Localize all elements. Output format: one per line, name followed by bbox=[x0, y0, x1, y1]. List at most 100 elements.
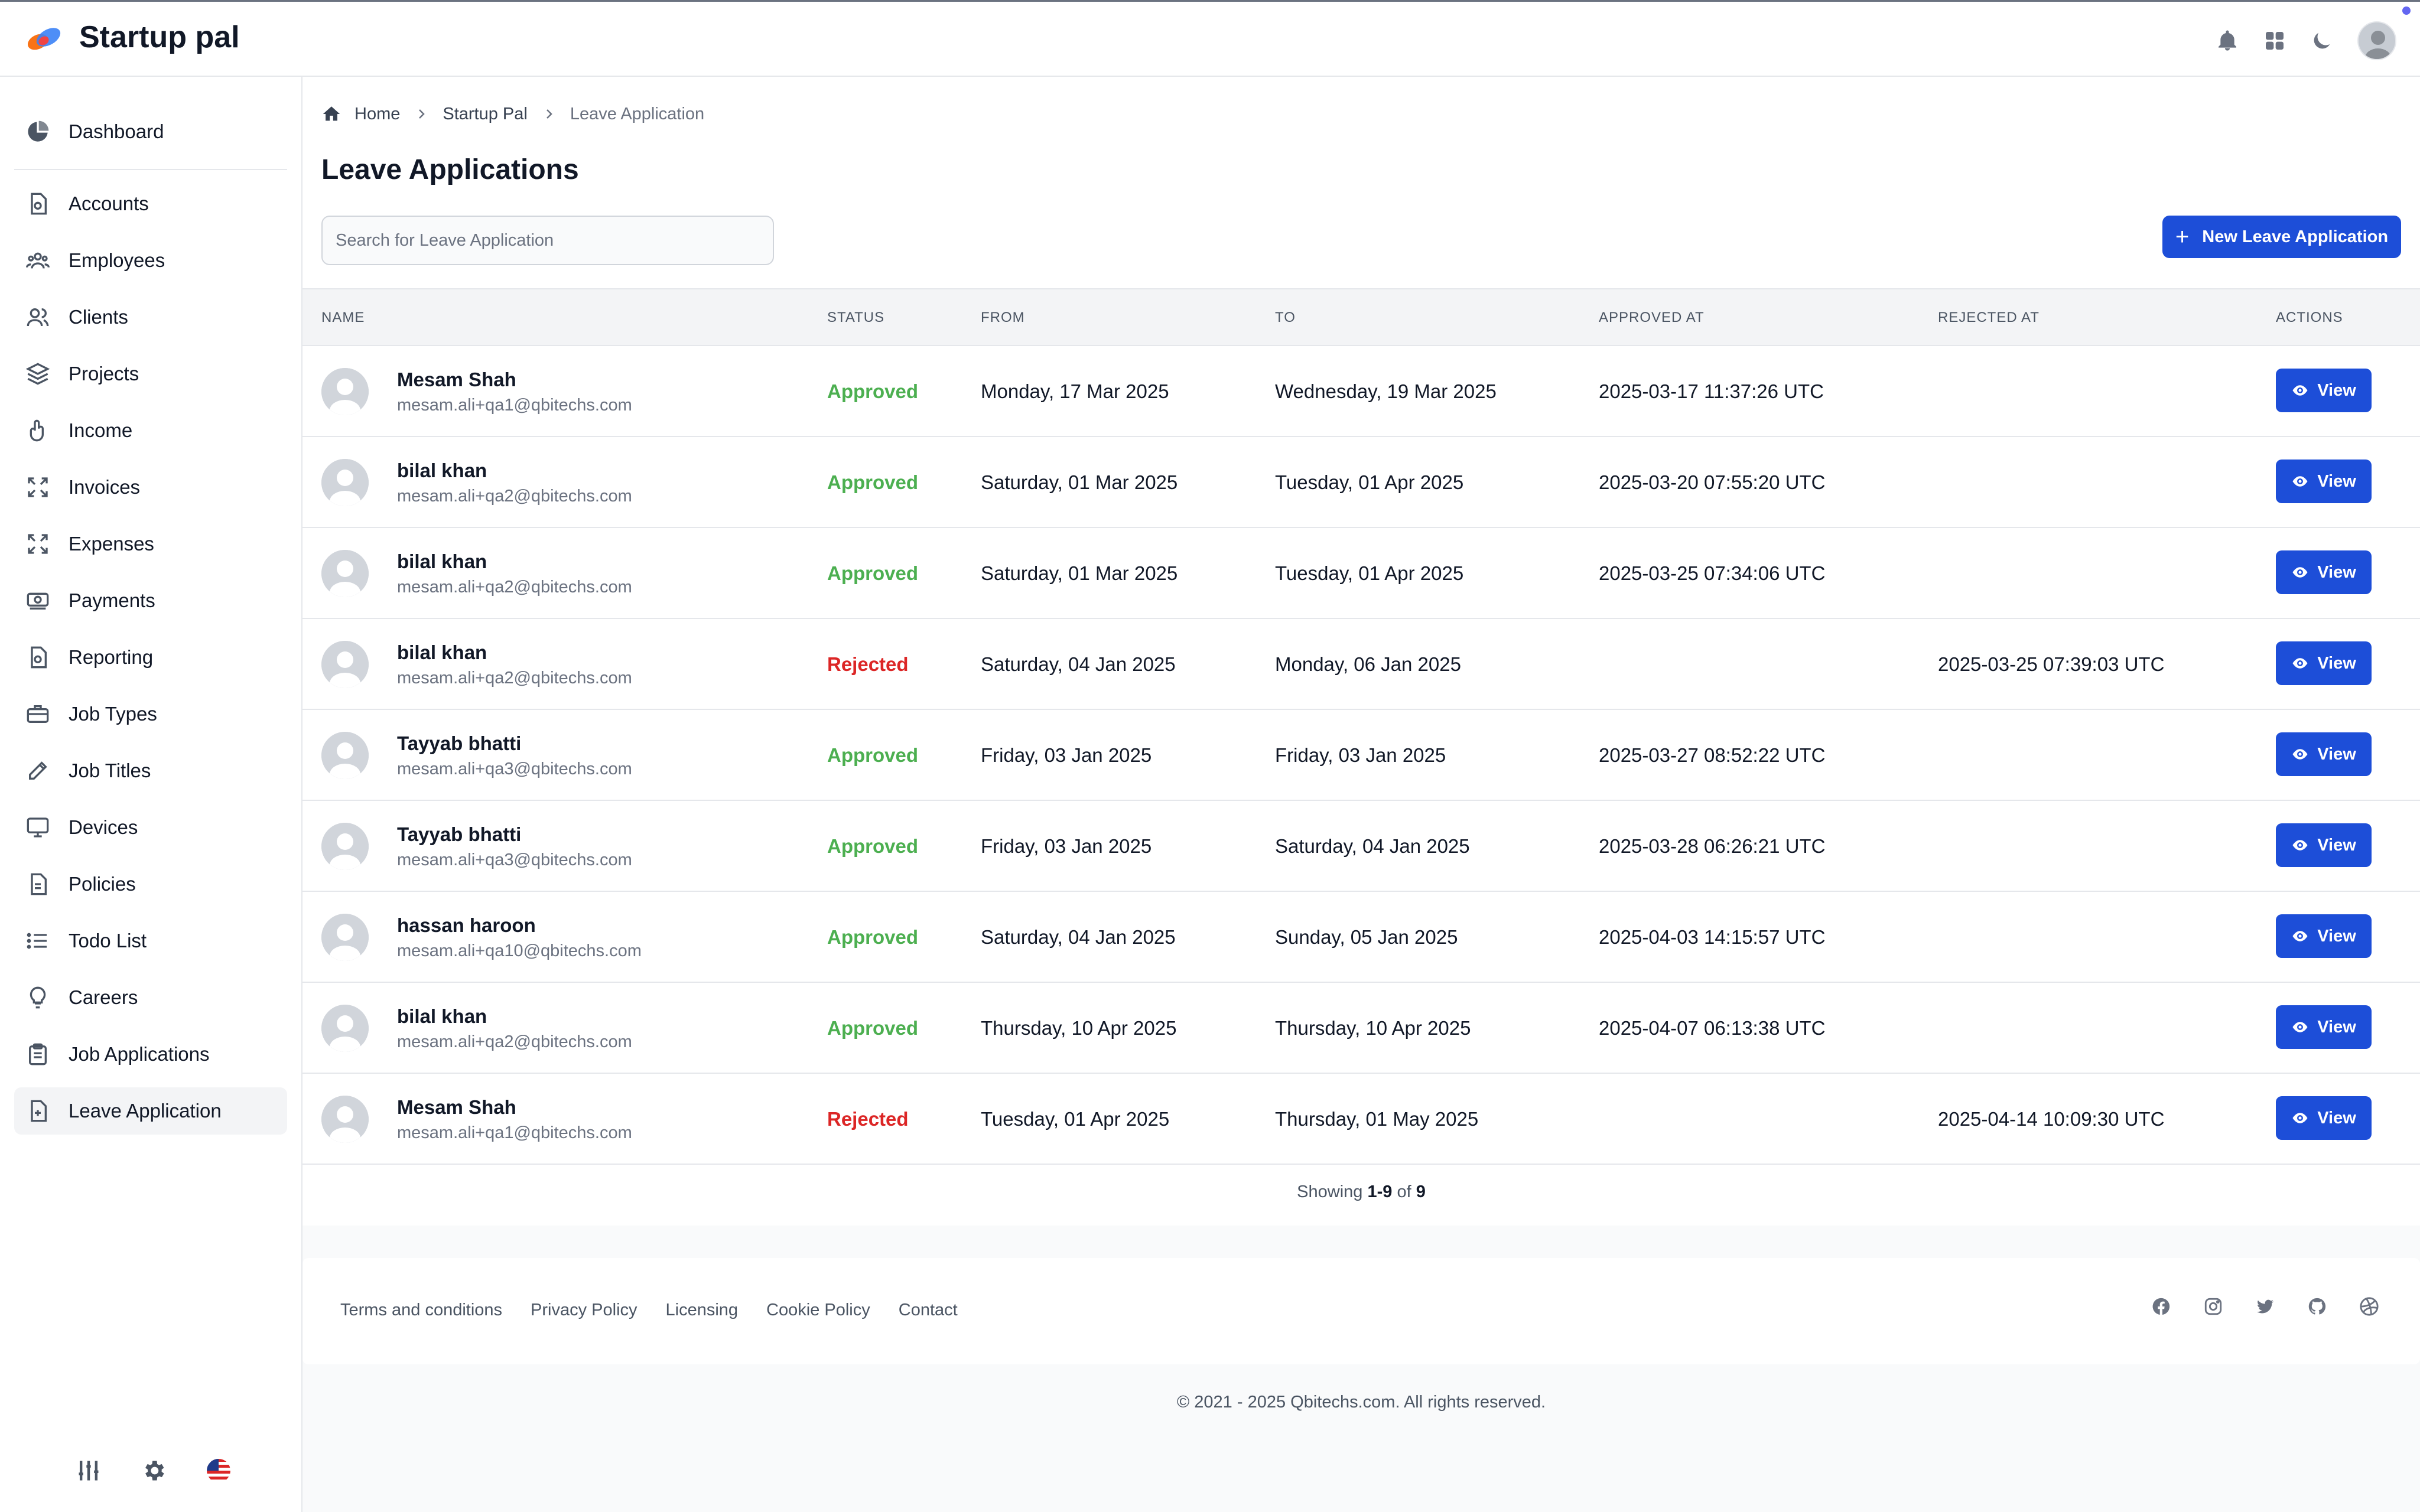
sidebar-item-clients[interactable]: Clients bbox=[14, 294, 287, 341]
search-input[interactable] bbox=[321, 216, 774, 265]
to-date: Saturday, 04 Jan 2025 bbox=[1275, 835, 1470, 857]
sidebar-item-payments[interactable]: Payments bbox=[14, 577, 287, 624]
instagram-icon[interactable] bbox=[2200, 1293, 2226, 1319]
view-button[interactable]: View bbox=[2276, 460, 2372, 503]
approved-at: 2025-03-25 07:34:06 UTC bbox=[1599, 562, 1826, 584]
avatar bbox=[321, 1096, 369, 1143]
view-button[interactable]: View bbox=[2276, 732, 2372, 776]
footer-link-licensing[interactable]: Licensing bbox=[666, 1301, 739, 1320]
column-header-name: NAME bbox=[321, 309, 365, 325]
table-row: Tayyab bhatti mesam.ali+qa3@qbitechs.com… bbox=[302, 801, 2420, 892]
column-header-rejected-at: REJECTED AT bbox=[1938, 309, 2040, 325]
bell-icon[interactable] bbox=[2206, 19, 2249, 62]
from-date: Saturday, 01 Mar 2025 bbox=[981, 471, 1178, 493]
view-button[interactable]: View bbox=[2276, 1005, 2372, 1049]
sidebar-item-job-titles[interactable]: Job Titles bbox=[14, 747, 287, 794]
brand-name: Startup pal bbox=[79, 20, 240, 54]
eye-icon bbox=[2292, 658, 2308, 669]
footer-link-cookie[interactable]: Cookie Policy bbox=[766, 1301, 870, 1320]
sidebar-item-job-applications[interactable]: Job Applications bbox=[14, 1031, 287, 1078]
avatar bbox=[321, 550, 369, 597]
pencil-icon bbox=[25, 758, 51, 784]
column-header-actions: ACTIONS bbox=[2276, 309, 2343, 325]
sidebar-item-policies[interactable]: Policies bbox=[14, 861, 287, 908]
sidebar-item-reporting[interactable]: Reporting bbox=[14, 634, 287, 681]
employee-name: Tayyab bhatti bbox=[397, 823, 522, 845]
view-button[interactable]: View bbox=[2276, 1096, 2372, 1140]
chevron-right-icon bbox=[414, 107, 428, 121]
view-button[interactable]: View bbox=[2276, 914, 2372, 958]
main-content: Home Startup Pal Leave Application Leave… bbox=[302, 77, 2420, 1512]
employee-name: Mesam Shah bbox=[397, 1096, 516, 1118]
column-header-to: TO bbox=[1275, 309, 1296, 325]
sidebar-item-employees[interactable]: Employees bbox=[14, 237, 287, 284]
from-date: Saturday, 04 Jan 2025 bbox=[981, 653, 1176, 675]
eye-icon bbox=[2292, 749, 2308, 760]
status-badge: Rejected bbox=[827, 653, 909, 675]
sidebar-divider bbox=[14, 169, 287, 170]
to-date: Thursday, 01 May 2025 bbox=[1275, 1108, 1479, 1130]
footer-link-contact[interactable]: Contact bbox=[899, 1301, 958, 1320]
employee-email: mesam.ali+qa2@qbitechs.com bbox=[397, 1032, 632, 1051]
brand[interactable]: Startup pal bbox=[24, 19, 240, 55]
to-date: Tuesday, 01 Apr 2025 bbox=[1275, 562, 1464, 584]
sidebar-item-job-types[interactable]: Job Types bbox=[14, 690, 287, 738]
twitter-icon[interactable] bbox=[2252, 1293, 2278, 1319]
from-date: Friday, 03 Jan 2025 bbox=[981, 835, 1152, 857]
github-icon[interactable] bbox=[2304, 1293, 2330, 1319]
breadcrumb-parent[interactable]: Startup Pal bbox=[443, 105, 527, 124]
employee-name: Mesam Shah bbox=[397, 369, 516, 390]
sidebar-item-devices[interactable]: Devices bbox=[14, 804, 287, 851]
facebook-icon[interactable] bbox=[2148, 1293, 2174, 1319]
user-avatar[interactable] bbox=[2357, 21, 2396, 60]
employee-name: bilal khan bbox=[397, 641, 487, 663]
employee-name: bilal khan bbox=[397, 460, 487, 481]
plus-icon: + bbox=[2175, 223, 2190, 250]
avatar bbox=[321, 823, 369, 870]
to-date: Thursday, 10 Apr 2025 bbox=[1275, 1017, 1471, 1039]
view-button[interactable]: View bbox=[2276, 550, 2372, 594]
file-icon bbox=[25, 871, 51, 897]
breadcrumb-home[interactable]: Home bbox=[321, 104, 400, 124]
view-button[interactable]: View bbox=[2276, 369, 2372, 412]
employee-email: mesam.ali+qa3@qbitechs.com bbox=[397, 760, 632, 778]
sidebar-item-todo-list[interactable]: Todo List bbox=[14, 917, 287, 964]
sidebar-item-leave-application[interactable]: Leave Application bbox=[14, 1087, 287, 1135]
copyright: © 2021 - 2025 Qbitechs.com. All rights r… bbox=[1176, 1393, 1546, 1412]
eye-icon bbox=[2292, 385, 2308, 396]
new-leave-application-button[interactable]: + New Leave Application bbox=[2162, 216, 2401, 258]
sidebar-item-dashboard[interactable]: Dashboard bbox=[14, 108, 287, 155]
page-title: Leave Applications bbox=[321, 154, 579, 185]
gear-icon[interactable] bbox=[136, 1453, 171, 1488]
employee-email: mesam.ali+qa3@qbitechs.com bbox=[397, 850, 632, 869]
file-plus-icon bbox=[25, 1098, 51, 1124]
dribbble-icon[interactable] bbox=[2356, 1293, 2382, 1319]
sidebar-item-accounts[interactable]: Accounts bbox=[14, 180, 287, 227]
moon-icon[interactable] bbox=[2301, 19, 2343, 62]
employee-email: mesam.ali+qa10@qbitechs.com bbox=[397, 941, 642, 960]
hand-coin-icon bbox=[25, 418, 51, 444]
status-badge: Approved bbox=[827, 562, 919, 584]
footer-link-terms[interactable]: Terms and conditions bbox=[340, 1301, 502, 1320]
sidebar-item-expenses[interactable]: Expenses bbox=[14, 520, 287, 568]
eye-icon bbox=[2292, 840, 2308, 850]
employee-name: Tayyab bhatti bbox=[397, 732, 522, 754]
sliders-icon[interactable] bbox=[71, 1453, 106, 1488]
view-button[interactable]: View bbox=[2276, 823, 2372, 867]
cash-icon bbox=[25, 588, 51, 614]
from-date: Tuesday, 01 Apr 2025 bbox=[981, 1108, 1170, 1130]
sidebar-item-careers[interactable]: Careers bbox=[14, 974, 287, 1021]
sidebar: Dashboard Accounts Employees Clients Pro… bbox=[0, 77, 302, 1512]
us-flag-icon[interactable] bbox=[201, 1453, 236, 1488]
eye-icon bbox=[2292, 567, 2308, 578]
expand-icon bbox=[25, 531, 51, 557]
approved-at: 2025-03-20 07:55:20 UTC bbox=[1599, 471, 1826, 493]
footer-link-privacy[interactable]: Privacy Policy bbox=[531, 1301, 637, 1320]
view-button[interactable]: View bbox=[2276, 641, 2372, 685]
sidebar-item-projects[interactable]: Projects bbox=[14, 350, 287, 397]
sidebar-item-invoices[interactable]: Invoices bbox=[14, 464, 287, 511]
avatar bbox=[321, 459, 369, 506]
rejected-at: 2025-03-25 07:39:03 UTC bbox=[1938, 653, 2165, 675]
sidebar-item-income[interactable]: Income bbox=[14, 407, 287, 454]
apps-grid-icon[interactable] bbox=[2253, 19, 2296, 62]
